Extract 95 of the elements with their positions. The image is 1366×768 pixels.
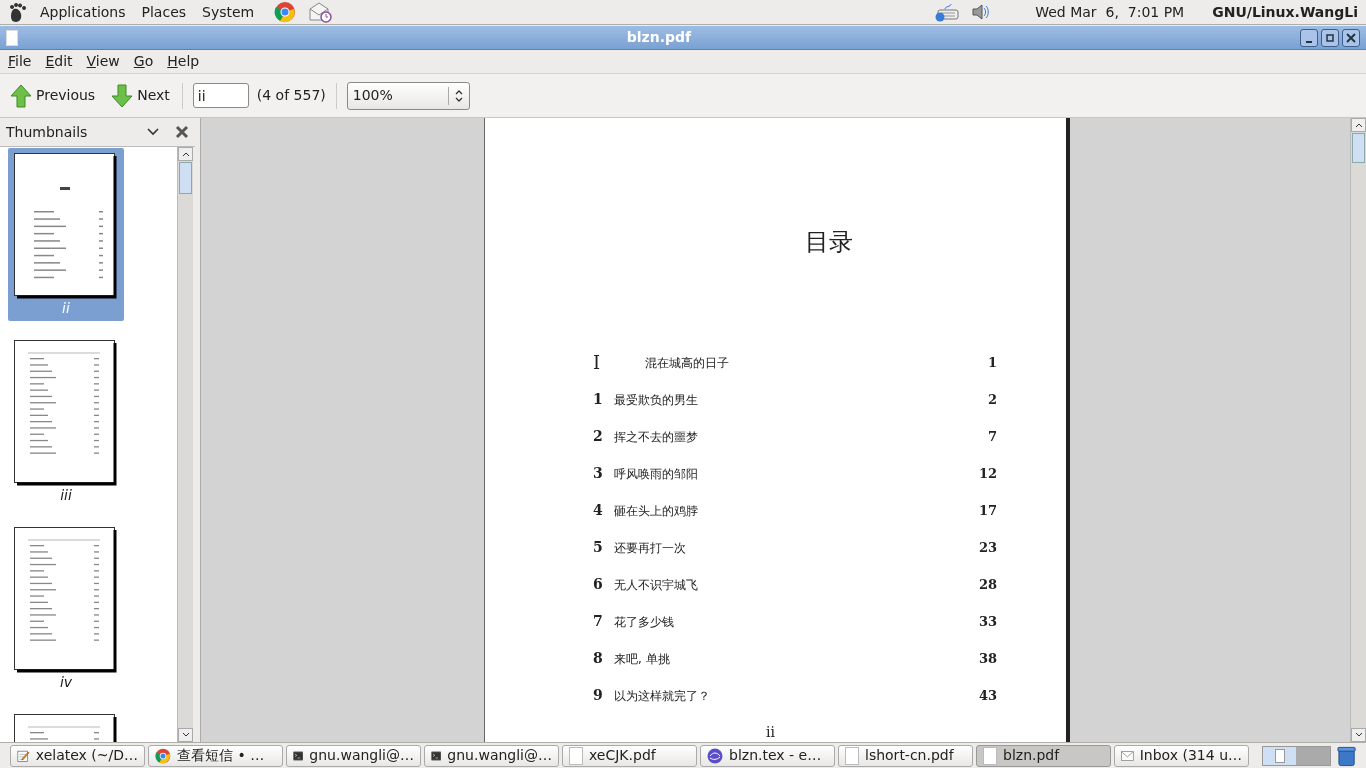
document-icon <box>845 746 859 765</box>
toc-page-number: 12 <box>978 464 997 483</box>
zoom-dropdown[interactable]: 100% <box>346 81 470 110</box>
menu-item[interactable]: Help <box>166 51 201 72</box>
toc-title[interactable]: 花了多少钱 <box>614 612 979 631</box>
toc-page-number: 2 <box>987 390 997 409</box>
toc-number: I <box>593 351 602 375</box>
toc-page-number: 7 <box>987 427 997 446</box>
speaker-icon[interactable] <box>971 3 992 21</box>
chrome-icon[interactable] <box>274 1 297 23</box>
menu-item[interactable]: Edit <box>44 51 74 72</box>
globe-icon <box>707 747 723 764</box>
toc-page-number: 33 <box>978 612 997 631</box>
toc-title[interactable]: 无人不识宇城飞 <box>614 575 979 594</box>
panel-menu[interactable]: Places <box>141 1 187 23</box>
clock[interactable]: Wed Mar 6, 7:01 PM <box>1035 1 1185 23</box>
taskbar-button[interactable]: Inbox (314 u… <box>1114 744 1249 767</box>
maximize-icon <box>1326 33 1334 42</box>
scroll-up-icon[interactable] <box>181 151 190 157</box>
toc-number: 2 <box>593 427 604 446</box>
scrollbar[interactable] <box>1350 118 1366 742</box>
foot-icon[interactable] <box>8 1 28 23</box>
scroll-down-icon[interactable] <box>1354 732 1363 738</box>
toc-title[interactable]: 混在城高的日子 <box>645 353 988 372</box>
toc-number: 9 <box>593 686 604 705</box>
thumbnail-label: iii <box>60 486 72 504</box>
scrollbar-thumb[interactable] <box>179 162 192 194</box>
toc-number: 8 <box>593 649 604 668</box>
taskbar-button[interactable]: xelatex (~/D… <box>10 744 145 767</box>
menu-item[interactable]: Go <box>132 51 155 72</box>
scrollbar[interactable] <box>177 147 193 742</box>
toc-title[interactable]: 砸在头上的鸡脖 <box>614 501 979 520</box>
keyboard-icon[interactable] <box>933 2 960 22</box>
scrollbar-thumb[interactable] <box>1352 133 1365 163</box>
toc-page-number: 17 <box>978 501 997 520</box>
taskbar-button[interactable]: 查看短信 • … <box>148 744 283 767</box>
thumbnail[interactable]: iii <box>8 335 124 508</box>
toc-number: 3 <box>593 464 604 483</box>
minimize-button[interactable] <box>1300 28 1318 47</box>
taskbar-button[interactable]: lshort-cn.pdf <box>838 744 973 767</box>
maximize-button[interactable] <box>1321 28 1339 47</box>
window-title: blzn.pdf <box>625 28 693 47</box>
document-icon <box>6 29 18 46</box>
toc-number: 6 <box>593 575 604 594</box>
document-icon <box>983 746 997 765</box>
close-icon[interactable] <box>175 125 189 139</box>
taskbar-button[interactable]: gnu.wangli@… <box>286 744 421 767</box>
user-name[interactable]: GNU/Linux.WangLi <box>1212 1 1358 23</box>
toc-title[interactable]: 以为这样就完了？ <box>614 686 979 705</box>
close-button[interactable] <box>1342 28 1360 47</box>
panel-menu[interactable]: System <box>202 1 255 23</box>
toc-page-number: 1 <box>987 353 997 372</box>
document-icon <box>569 746 583 765</box>
scroll-up-icon[interactable] <box>1354 122 1363 128</box>
toc-page-number: 23 <box>978 538 997 557</box>
previous-button[interactable]: Previous <box>8 79 98 112</box>
taskbar-button[interactable]: blzn.pdf <box>976 744 1111 767</box>
next-button[interactable]: Next <box>109 79 172 112</box>
page-number: ii <box>765 724 776 740</box>
menu-item[interactable]: File <box>7 51 33 72</box>
close-icon <box>1346 32 1356 43</box>
toc-page-number: 43 <box>978 686 997 705</box>
page-count: (4 of 557) <box>256 86 326 105</box>
menu-item[interactable]: View <box>85 51 121 72</box>
taskbar-button[interactable]: blzn.tex - e… <box>700 744 835 767</box>
minimize-icon <box>1305 40 1313 43</box>
page-field[interactable]: ii <box>192 83 249 108</box>
toc-title[interactable]: 来吧, 单挑 <box>614 649 979 668</box>
toc-page-number: 28 <box>978 575 997 594</box>
mail-clock-icon[interactable] <box>308 1 333 23</box>
toc-page-number: 38 <box>978 649 997 668</box>
thumbnail[interactable]: iv <box>8 522 124 695</box>
taskbar-button[interactable]: xeCJK.pdf <box>562 744 697 767</box>
scroll-down-icon[interactable] <box>181 732 190 738</box>
down-arrow-icon <box>111 83 134 108</box>
envelope-icon <box>1121 749 1134 762</box>
toc-title[interactable]: 挥之不去的噩梦 <box>614 427 988 446</box>
thumbnail-label: iv <box>59 673 73 691</box>
toc-number: 7 <box>593 612 604 631</box>
toc-title[interactable]: 最受欺负的男生 <box>614 390 988 409</box>
toc-title[interactable]: 还要再打一次 <box>614 538 979 557</box>
toc-number: 5 <box>593 538 604 557</box>
sidebar-title[interactable]: Thumbnails <box>6 121 147 143</box>
toc-title[interactable]: 呼风唤雨的邹阳 <box>614 464 979 483</box>
taskbar-button[interactable]: gnu.wangli@… <box>424 744 559 767</box>
trash-icon[interactable] <box>1336 744 1356 767</box>
toc-number: 4 <box>593 501 604 520</box>
toc-number: 1 <box>593 390 604 409</box>
page-heading: 目录 <box>805 227 854 258</box>
thumbnail-label: ii <box>62 299 70 317</box>
panel-menu[interactable]: Applications <box>40 1 126 23</box>
workspace-switcher[interactable] <box>1262 745 1331 766</box>
up-arrow-icon <box>10 83 32 108</box>
chevron-down-icon[interactable] <box>147 128 159 136</box>
chrome-icon <box>155 747 171 764</box>
